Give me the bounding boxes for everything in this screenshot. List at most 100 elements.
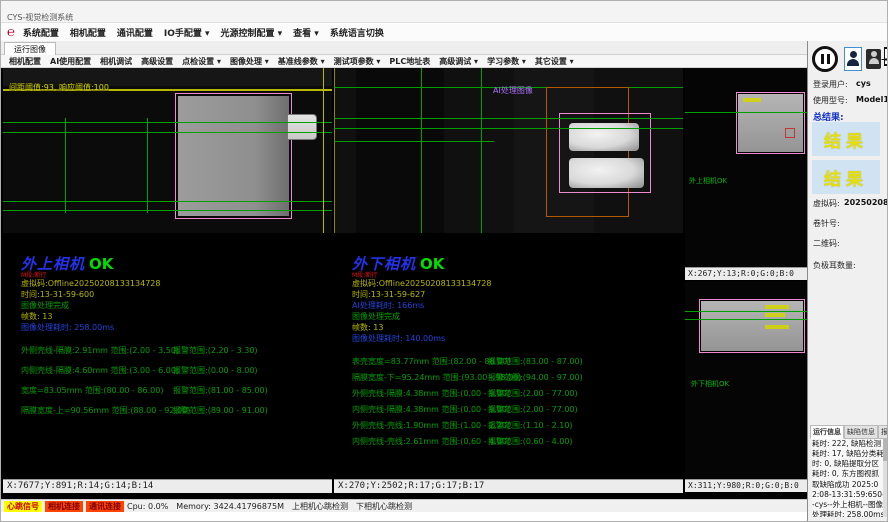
- measurement-text: 外侧壳线-壳线:1.90mm 范围:(1.00 - 2.20): [352, 420, 488, 436]
- camera-panel-outer-lower: AI处理图像 外下相机OK M段:断行 虚拟码:Offline202502081…: [334, 68, 683, 499]
- image-overlay-text: 间距阈值:93, 响应阈值:100: [9, 82, 109, 93]
- camera-panel-outer-upper: 间距阈值:93, 响应阈值:100 外上相机OK M段:断行 虚拟码:Offli…: [3, 68, 332, 499]
- camera-info-block: 外上相机OK M段:断行 虚拟码:Offline2025020813313472…: [21, 253, 321, 425]
- measurement-alarm-range: 报警范围:(94.00 - 97.00): [488, 372, 583, 388]
- process-done-text: 图像处理完成: [21, 300, 321, 311]
- model-value: Model1: [856, 95, 888, 104]
- measurement-list: 表壳宽度=83.77mm 范围:(82.00 - 88.00) 报警范围:(83…: [352, 356, 652, 452]
- titlebar: CYS-视觉检测系统: [1, 1, 888, 23]
- overlay-text-mark: [743, 98, 761, 102]
- overlay-measure-line: [334, 118, 683, 119]
- app-window: CYS-视觉检测系统 ℮ 系统配置 相机配置 通讯配置 IO手配置 ▾ 光源控制…: [0, 0, 888, 522]
- process-time-text: 图像处理耗时: 140.00ms: [352, 333, 652, 344]
- tool-spot-check[interactable]: 点检设置 ▾: [182, 56, 221, 67]
- measurement-text: 外侧壳线-隔膜:2.91mm 范围:(2.00 - 3.50): [21, 345, 173, 365]
- winding-pin-label: 卷针号:: [813, 218, 840, 229]
- menu-io-config[interactable]: IO手配置 ▾: [164, 26, 210, 39]
- tool-baseline-params[interactable]: 基准线参数 ▾: [278, 56, 325, 67]
- thumbnail-outer-upper[interactable]: 外上相机OK: [685, 68, 807, 267]
- tool-learning-params[interactable]: 学习参数 ▾: [487, 56, 526, 67]
- camera-link-status-badge: 相机连接: [45, 501, 83, 512]
- image-texture-band: [356, 68, 444, 233]
- tabstrip: 运行图像: [1, 41, 807, 55]
- measurement-text: 内侧壳线-隔膜:4.38mm 范围:(0.00 - 9.00): [352, 404, 488, 420]
- tool-advanced-debug[interactable]: 高级调试 ▾: [439, 56, 478, 67]
- run-log-text: 耗时: 222, 缺陷检测耗时: 17, 缺陷分类耗时: 0, 缺陷提取分区耗时…: [812, 439, 885, 517]
- measurement-row: 外侧壳线-壳线:1.90mm 范围:(1.00 - 2.20) 报警范围:(1.…: [352, 420, 652, 436]
- tool-image-processing[interactable]: 图像处理 ▾: [230, 56, 269, 67]
- overlay-text-mark: [765, 325, 789, 329]
- overlay-edge-vline: [334, 68, 335, 233]
- overlay-measure-vline: [147, 118, 148, 213]
- login-user-value: cys: [856, 79, 871, 88]
- measurement-text: 内侧壳线-隔膜:4.60mm 范围:(3.00 - 6.00): [21, 365, 173, 385]
- measurement-alarm-range: 报警范围:(1.10 - 2.10): [488, 420, 573, 436]
- app-logo-icon: ℮: [7, 26, 15, 39]
- overlay-measure-line: [3, 201, 332, 202]
- upper-camera-heartbeat-text: 上相机心跳检测: [292, 501, 348, 512]
- admin-mode-button[interactable]: [866, 49, 881, 69]
- tool-other-settings[interactable]: 其它设置 ▾: [535, 56, 574, 67]
- process-time-text: 图像处理耗时: 258.00ms: [21, 322, 321, 333]
- heartbeat-status-badge: 心跳信号: [4, 501, 42, 512]
- lower-camera-heartbeat-text: 下相机心跳检测: [356, 501, 412, 512]
- thumbnail-outer-lower[interactable]: 外下相机OK: [685, 281, 807, 479]
- menu-light-config[interactable]: 光源控制配置 ▾: [221, 26, 283, 39]
- measurement-row: 外侧壳线-隔膜:2.91mm 范围:(2.00 - 3.50) 报警范围:(2.…: [21, 345, 321, 365]
- measurement-alarm-range: 报警范围:(2.00 - 77.00): [488, 388, 578, 404]
- memory-usage-text: Memory: 3424.41796875M: [176, 502, 284, 511]
- tab-run-info[interactable]: 运行信息: [810, 425, 844, 439]
- tab-defect-info[interactable]: 缺陷信息: [844, 425, 878, 439]
- exit-arrow-icon: →: [881, 55, 888, 64]
- camera-image-outer-upper[interactable]: 间距阈值:93, 响应阈值:100: [3, 68, 332, 233]
- result-box-upper: 结果: [812, 122, 880, 156]
- overlay-measure-vline: [65, 118, 66, 213]
- overlay-measure-line: [685, 319, 807, 320]
- user-mode-button-selected[interactable]: [844, 47, 862, 71]
- cpu-usage-text: Cpu: 0.0%: [127, 502, 168, 511]
- menubar: ℮ 系统配置 相机配置 通讯配置 IO手配置 ▾ 光源控制配置 ▾ 查看 ▾ 系…: [1, 23, 888, 41]
- overlay-yellow-vline: [323, 68, 324, 233]
- user-icon: [845, 51, 861, 66]
- measurement-text: 内侧壳线-壳线:2.61mm 范围:(0.60 - 4.00): [352, 436, 488, 452]
- pixel-coordinate-readout: X:270;Y:2502;R:17;G:17;B:17: [334, 479, 683, 493]
- tool-ai-usage-config[interactable]: AI使用配置: [50, 56, 91, 67]
- pixel-coordinate-readout: X:267;Y:13;R:0;G:0;B:0: [685, 267, 807, 280]
- menu-language-switch[interactable]: 系统语言切换: [330, 26, 384, 39]
- statusbar: 心跳信号 相机连接 通讯连接 Cpu: 0.0% Memory: 3424.41…: [1, 499, 807, 512]
- menu-camera-config[interactable]: 相机配置: [70, 26, 106, 39]
- measurement-alarm-range: 报警范围:(0.00 - 8.00): [173, 365, 258, 385]
- status-ok: OK: [89, 255, 113, 273]
- tool-advanced-settings[interactable]: 高级设置: [141, 56, 173, 67]
- tool-camera-config[interactable]: 相机配置: [9, 56, 41, 67]
- overlay-roi-pink-rect: [559, 113, 651, 193]
- measurement-row: 内侧壳线-隔膜:4.38mm 范围:(0.00 - 9.00) 报警范围:(2.…: [352, 404, 652, 420]
- logout-button[interactable]: →: [884, 47, 888, 66]
- menu-comm-config[interactable]: 通讯配置: [117, 26, 153, 39]
- overlay-measure-vline: [421, 68, 422, 233]
- window-title: CYS-视觉检测系统: [7, 12, 73, 23]
- measurement-alarm-range: 报警范围:(89.00 - 91.00): [173, 405, 268, 425]
- scrollbar-thumb[interactable]: [883, 439, 888, 461]
- menu-view[interactable]: 查看 ▾: [293, 26, 319, 39]
- tool-test-params[interactable]: 测试项参数 ▾: [334, 56, 381, 67]
- tool-camera-debug[interactable]: 相机调试: [100, 56, 132, 67]
- overlay-text-mark: [765, 313, 785, 317]
- thumbnail-column: 外上相机OK X:267;Y:13;R:0;G:0;B:0 外下相机OK X:3…: [685, 68, 807, 499]
- tool-plc-address[interactable]: PLC地址表: [389, 56, 430, 67]
- result-text: 结果: [824, 127, 868, 152]
- log-scrollbar[interactable]: [883, 439, 888, 517]
- camera-image-outer-lower[interactable]: AI处理图像: [334, 68, 683, 233]
- ai-image-label: AI处理图像: [493, 85, 533, 96]
- measurement-row: 隔膜宽度-下=95.24mm 范围:(93.00 - 98.00) 报警范围:(…: [352, 372, 652, 388]
- overlay-measure-line: [334, 128, 683, 129]
- overlay-red-rect: [785, 128, 795, 138]
- pause-button[interactable]: [812, 46, 838, 72]
- tab-alarm-info[interactable]: 报警信息: [878, 425, 888, 439]
- overlay-roi-pink-rect: [699, 299, 805, 353]
- overlay-measure-line: [3, 122, 332, 123]
- overlay-measure-line: [334, 141, 494, 142]
- menu-system-config[interactable]: 系统配置: [23, 26, 59, 39]
- measurement-list: 外侧壳线-隔膜:2.91mm 范围:(2.00 - 3.50) 报警范围:(2.…: [21, 345, 321, 425]
- camera-info-block: 外下相机OK M段:断行 虚拟码:Offline2025020813313472…: [352, 253, 652, 452]
